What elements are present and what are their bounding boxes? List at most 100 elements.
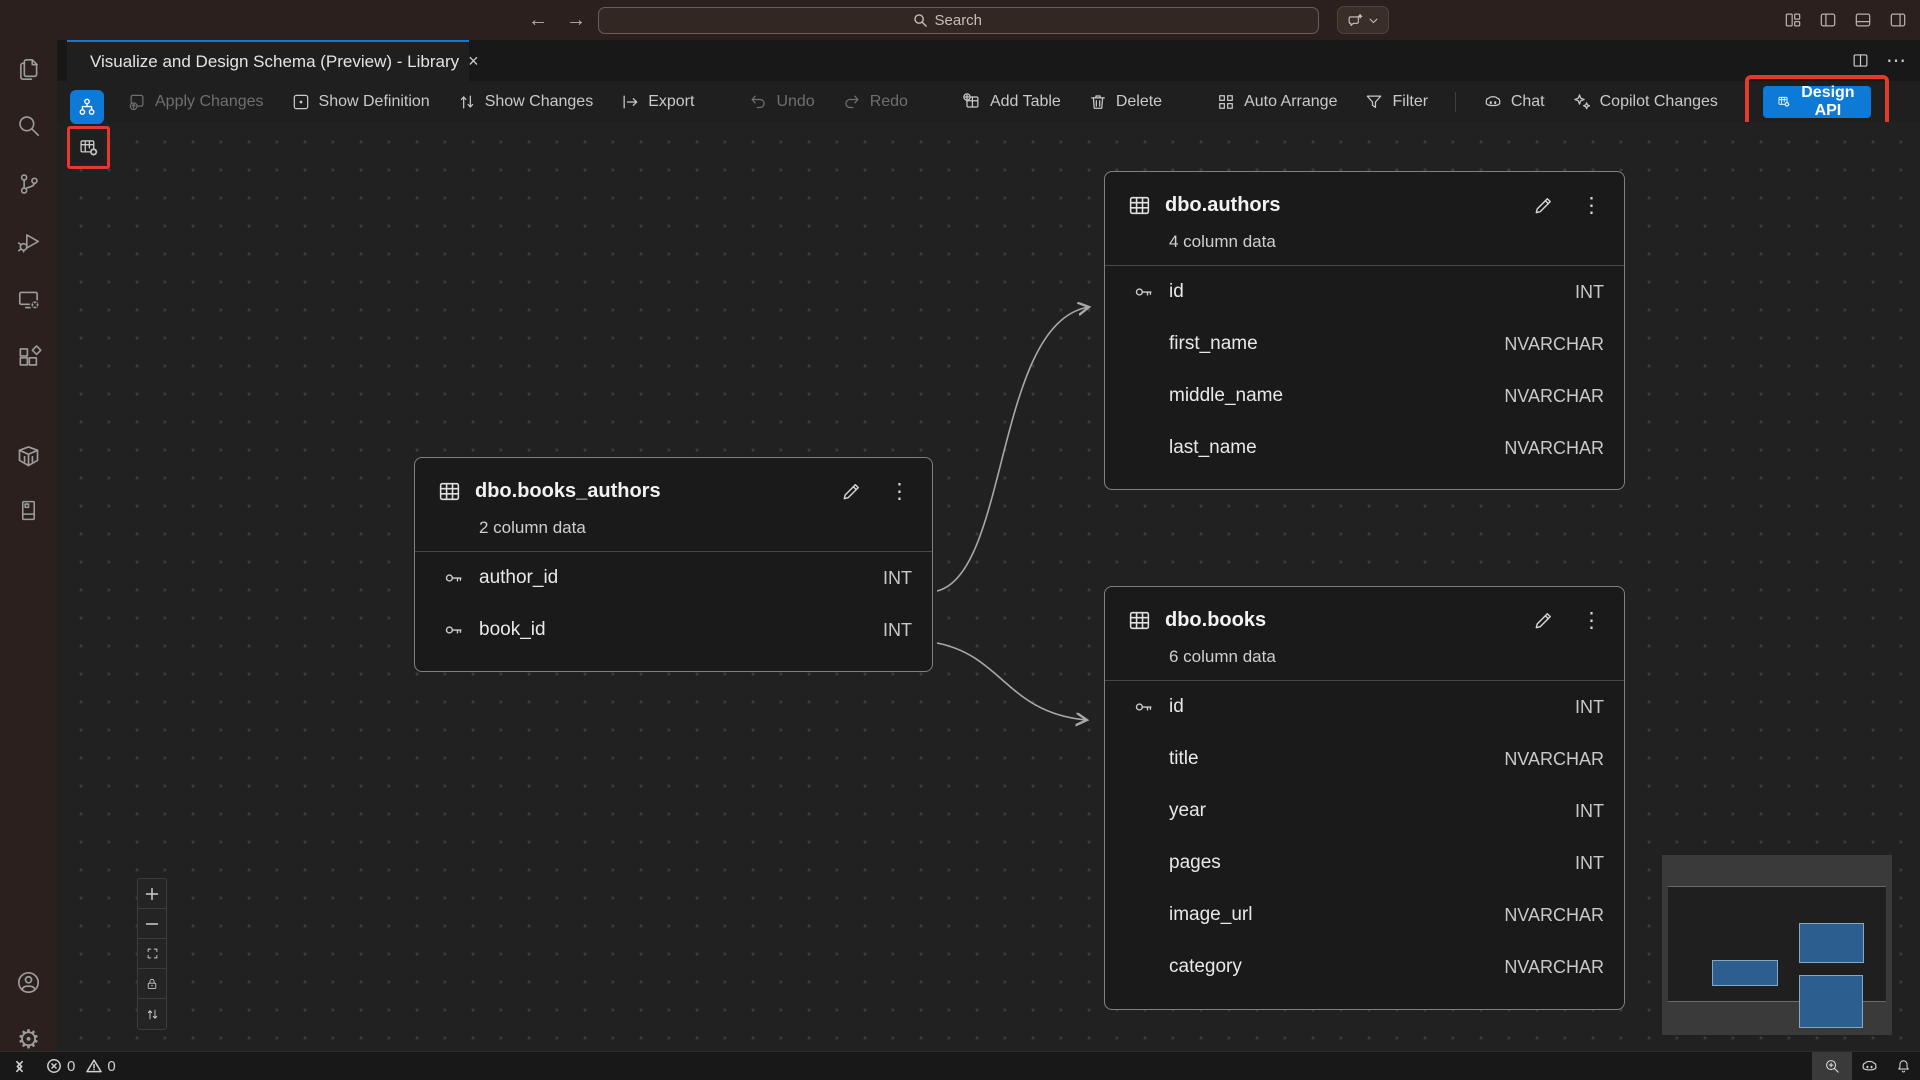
sidebar-item-run-debug[interactable] xyxy=(0,218,57,266)
activity-bar: ⚙ xyxy=(0,40,57,1051)
edit-pencil-icon[interactable] xyxy=(840,480,863,503)
sidebar-item-explorer[interactable] xyxy=(0,45,57,93)
database-container-icon xyxy=(15,443,42,470)
customize-layout-icon[interactable] xyxy=(1783,10,1803,30)
sidebar-item-accounts[interactable] xyxy=(0,958,57,1006)
minimap-node-books-authors xyxy=(1712,960,1778,986)
column-row[interactable]: title NVARCHAR xyxy=(1105,733,1624,785)
undo-icon xyxy=(748,92,768,112)
copilot-face-icon xyxy=(1483,92,1503,112)
remote-indicator-button[interactable] xyxy=(0,1052,38,1080)
delete-button[interactable]: Delete xyxy=(1088,92,1162,112)
nav-back-button[interactable]: ← xyxy=(528,9,548,32)
column-row[interactable]: id INT xyxy=(1105,681,1624,733)
kebab-menu-icon[interactable]: ⋮ xyxy=(1581,610,1602,631)
fit-view-button[interactable] xyxy=(138,939,166,969)
table-grid-icon xyxy=(437,479,462,504)
filter-label: Filter xyxy=(1392,93,1428,111)
column-name: book_id xyxy=(479,619,546,641)
column-row[interactable]: pages INT xyxy=(1105,837,1624,889)
plus-icon xyxy=(144,886,160,902)
minimap-node-authors xyxy=(1799,923,1864,963)
column-row[interactable]: author_id INT xyxy=(415,552,932,604)
copilot-chat-button[interactable] xyxy=(1337,6,1389,34)
show-definition-button[interactable]: Show Definition xyxy=(291,92,430,112)
search-input[interactable] xyxy=(935,12,1005,29)
lock-button[interactable] xyxy=(138,969,166,999)
command-center-search[interactable] xyxy=(598,7,1319,34)
notifications-bell-button[interactable] xyxy=(1886,1052,1920,1080)
column-row[interactable]: id INT xyxy=(1105,266,1624,318)
zoom-in-button[interactable] xyxy=(138,879,166,909)
zoom-out-button[interactable] xyxy=(138,909,166,939)
sidebar-item-sql-project[interactable] xyxy=(0,486,57,534)
apply-changes-button[interactable]: Apply Changes xyxy=(127,92,264,112)
diagram-minimap[interactable] xyxy=(1662,855,1892,1035)
zoom-status-button[interactable] xyxy=(1812,1052,1852,1080)
table-designer-button[interactable] xyxy=(72,131,104,163)
column-row[interactable]: book_id INT xyxy=(415,604,932,656)
auto-arrange-button[interactable]: Auto Arrange xyxy=(1216,92,1337,112)
sidebar-item-database-projects[interactable] xyxy=(0,432,57,480)
show-changes-icon xyxy=(457,92,477,112)
warning-triangle-icon xyxy=(86,1058,102,1074)
column-row[interactable]: image_url NVARCHAR xyxy=(1105,889,1624,941)
sidebar-item-extensions[interactable] xyxy=(0,333,57,381)
kebab-menu-icon[interactable]: ⋮ xyxy=(1581,195,1602,216)
tab-visualize-design-schema[interactable]: Visualize and Design Schema (Preview) - … xyxy=(67,40,469,81)
minimap-viewport xyxy=(1668,886,1886,1002)
primary-key-icon xyxy=(443,567,465,589)
edit-pencil-icon[interactable] xyxy=(1532,609,1555,632)
table-grid-icon xyxy=(1127,608,1152,633)
add-table-button[interactable]: Add Table xyxy=(962,92,1061,112)
more-actions-icon[interactable]: ⋯ xyxy=(1886,48,1906,73)
trash-icon xyxy=(1088,92,1108,112)
toggle-primary-sidebar-icon[interactable] xyxy=(1818,10,1838,30)
split-editor-icon[interactable] xyxy=(1851,51,1870,70)
column-row[interactable]: middle_name NVARCHAR xyxy=(1105,370,1624,422)
table-node-books-authors[interactable]: dbo.books_authors ⋮ 2 column data author… xyxy=(414,457,933,672)
add-table-icon xyxy=(962,92,982,112)
column-row[interactable]: category NVARCHAR xyxy=(1105,941,1624,993)
sidebar-item-remote-explorer[interactable] xyxy=(0,276,57,324)
schema-hierarchy-view-button[interactable] xyxy=(70,90,104,124)
undo-button[interactable]: Undo xyxy=(748,92,814,112)
primary-key-icon xyxy=(443,619,465,641)
column-name: title xyxy=(1169,748,1199,770)
chat-button[interactable]: Chat xyxy=(1483,92,1545,112)
auto-arrange-icon xyxy=(1216,92,1236,112)
redo-icon xyxy=(842,92,862,112)
export-button[interactable]: Export xyxy=(620,92,694,112)
column-row[interactable]: last_name NVARCHAR xyxy=(1105,422,1624,474)
sidebar-item-source-control[interactable] xyxy=(0,160,57,208)
show-changes-button[interactable]: Show Changes xyxy=(457,92,594,112)
design-api-button[interactable]: Design API xyxy=(1763,86,1872,118)
sidebar-item-search[interactable] xyxy=(0,102,57,150)
column-row[interactable]: year INT xyxy=(1105,785,1624,837)
table-node-books[interactable]: dbo.books ⋮ 6 column data id INT title xyxy=(1104,586,1625,1010)
table-node-authors[interactable]: dbo.authors ⋮ 4 column data id INT first… xyxy=(1104,171,1625,490)
filter-button[interactable]: Filter xyxy=(1364,92,1428,112)
copilot-status-button[interactable] xyxy=(1852,1052,1886,1080)
copilot-changes-button[interactable]: Copilot Changes xyxy=(1572,92,1718,112)
kebab-menu-icon[interactable]: ⋮ xyxy=(889,481,910,502)
column-count-label: 6 column data xyxy=(1105,633,1624,680)
refresh-layout-button[interactable] xyxy=(138,999,166,1029)
toggle-panel-icon[interactable] xyxy=(1853,10,1873,30)
problems-indicator[interactable]: 0 0 xyxy=(38,1052,124,1080)
edit-pencil-icon[interactable] xyxy=(1532,194,1555,217)
show-definition-label: Show Definition xyxy=(319,93,430,111)
type-hierarchy-icon xyxy=(76,96,98,118)
primary-key-icon xyxy=(1133,281,1155,303)
schema-diagram-canvas[interactable]: dbo.books_authors ⋮ 2 column data author… xyxy=(57,122,1920,1051)
tab-close-icon[interactable]: × xyxy=(468,51,479,72)
error-circle-icon xyxy=(46,1058,62,1074)
toggle-secondary-sidebar-icon[interactable] xyxy=(1888,10,1908,30)
bell-icon xyxy=(1895,1058,1912,1075)
error-count: 0 xyxy=(67,1058,75,1075)
redo-button[interactable]: Redo xyxy=(842,92,908,112)
column-row[interactable]: first_name NVARCHAR xyxy=(1105,318,1624,370)
nav-forward-button[interactable]: → xyxy=(566,9,586,32)
arrows-cycle-icon xyxy=(145,1007,160,1022)
chevron-down-icon[interactable] xyxy=(1368,15,1379,26)
